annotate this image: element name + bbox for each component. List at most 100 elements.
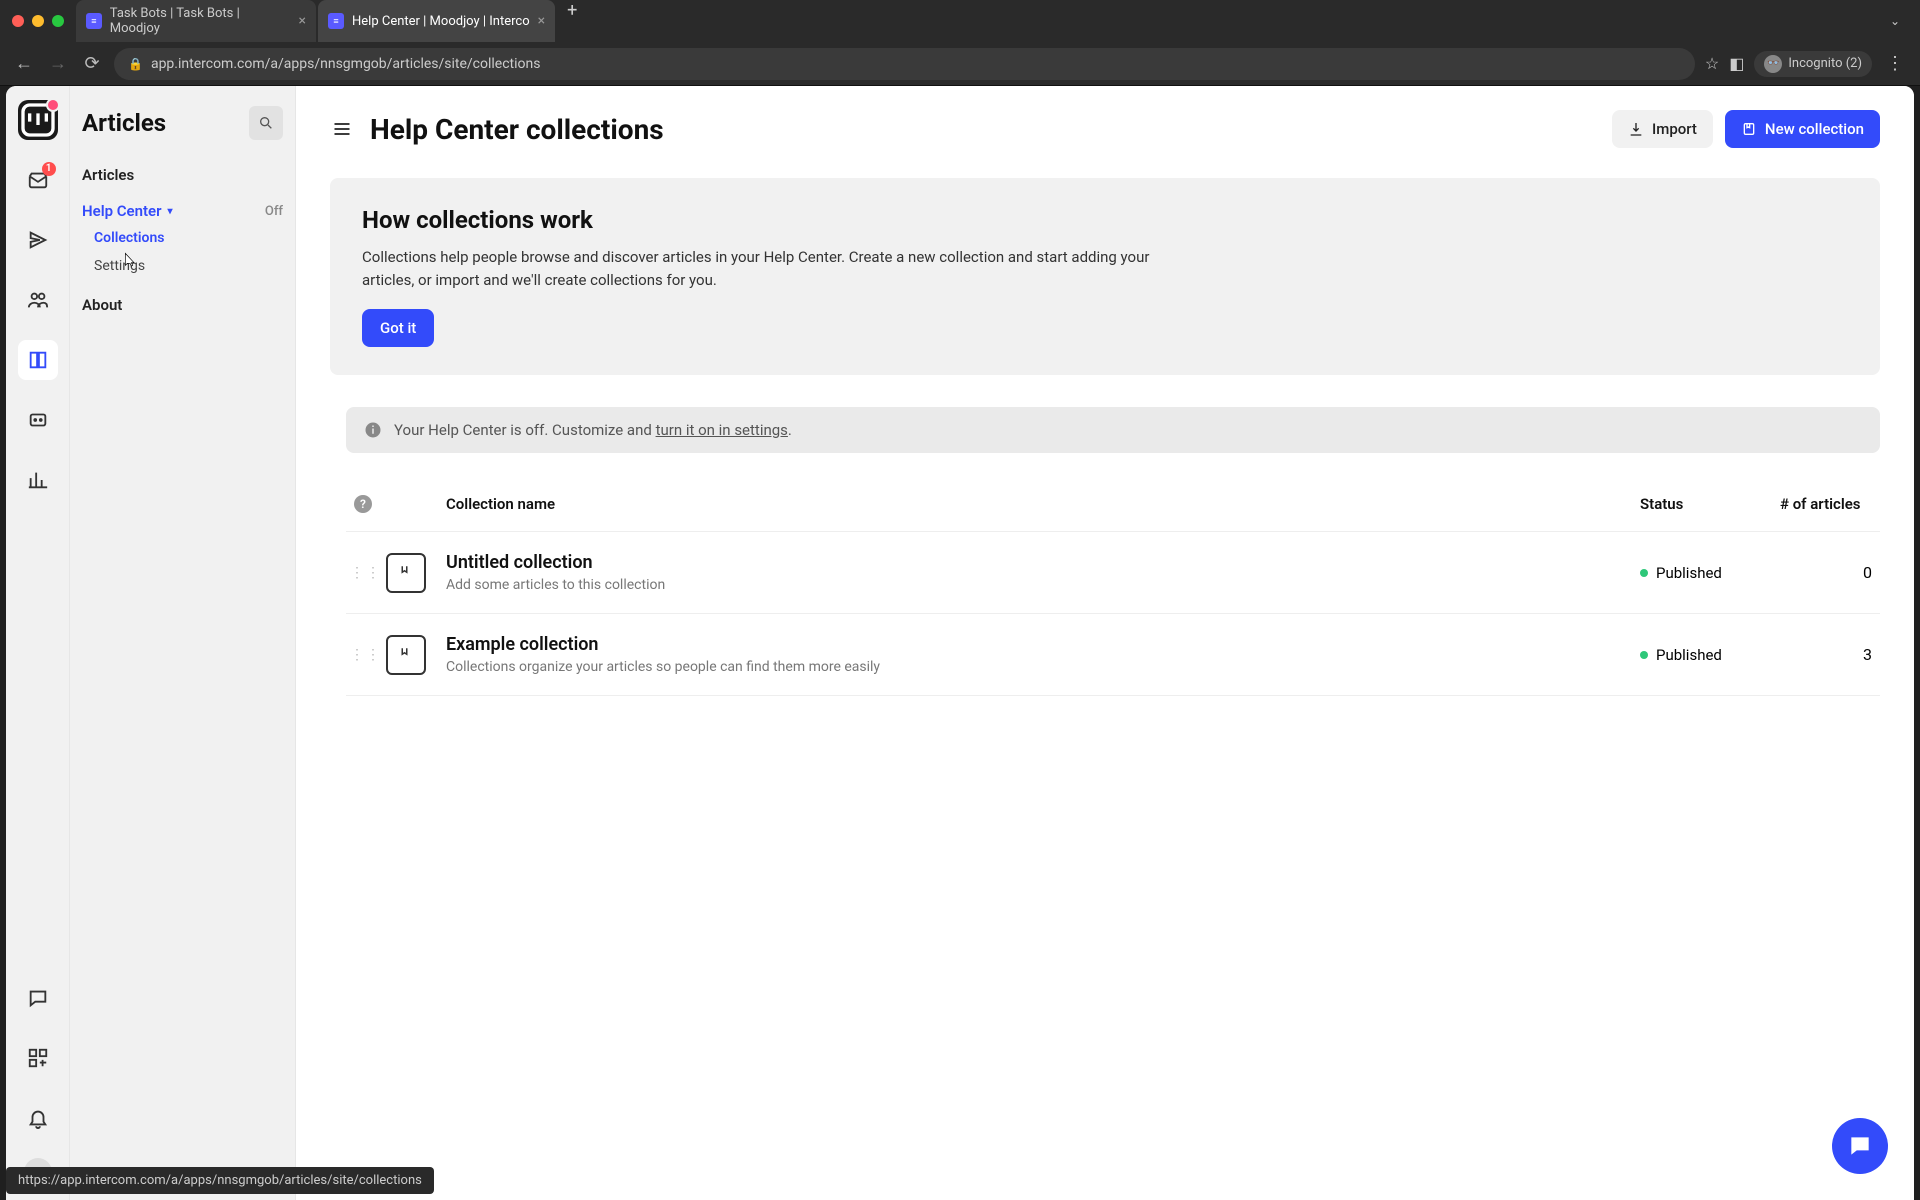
rail-apps[interactable] <box>18 1038 58 1078</box>
collection-title: Example collection <box>446 634 1640 655</box>
browser-tab[interactable]: ≡ Help Center | Moodjoy | Interco × <box>318 0 555 42</box>
th-status: Status <box>1640 495 1780 513</box>
url-input[interactable]: 🔒 app.intercom.com/a/apps/nnsgmgob/artic… <box>114 48 1695 80</box>
table-row[interactable]: ⋮⋮ Example collection Collections organi… <box>346 614 1880 696</box>
tab-favicon-icon: ≡ <box>328 13 344 29</box>
rail-outbound[interactable] <box>18 220 58 260</box>
close-window-button[interactable] <box>12 15 24 27</box>
inbox-badge: 1 <box>42 162 56 176</box>
import-button[interactable]: Import <box>1612 110 1713 148</box>
th-collection-name: Collection name <box>446 495 1640 513</box>
rail-messages[interactable] <box>18 978 58 1018</box>
bookmark-star-icon[interactable]: ☆ <box>1705 54 1719 73</box>
tab-favicon-icon: ≡ <box>86 13 102 29</box>
tab-close-icon[interactable]: × <box>299 13 306 29</box>
browser-address-bar: ← → ⟳ 🔒 app.intercom.com/a/apps/nnsgmgob… <box>0 42 1920 86</box>
url-text: app.intercom.com/a/apps/nnsgmgob/article… <box>151 56 541 72</box>
tab-list-dropdown-icon[interactable]: ⌄ <box>1882 14 1908 28</box>
intercom-chat-fab[interactable] <box>1832 1118 1888 1174</box>
sidebar: Articles Articles Help Center ▾ Off Coll… <box>70 86 296 1200</box>
notice-text: Your Help Center is off. Customize and t… <box>394 421 792 439</box>
status-label: Published <box>1656 646 1722 664</box>
sidebar-item-collections[interactable]: Collections <box>94 230 283 246</box>
notice-prefix: Your Help Center is off. Customize and <box>394 421 656 439</box>
back-button[interactable]: ← <box>12 52 36 76</box>
rail-articles[interactable] <box>18 340 58 380</box>
chevron-down-icon: ▾ <box>168 206 173 217</box>
help-center-off-notice: Your Help Center is off. Customize and t… <box>346 407 1880 453</box>
browser-tabs: ≡ Task Bots | Task Bots | Moodjoy × ≡ He… <box>76 0 1882 42</box>
chat-icon <box>1847 1133 1873 1159</box>
address-bar-actions: ☆ ◧ 👓 Incognito (2) ⋮ <box>1705 51 1908 77</box>
window-controls <box>12 15 64 27</box>
status-cell: Published <box>1640 646 1780 664</box>
extensions-icon[interactable]: ◧ <box>1729 54 1744 73</box>
new-collection-button[interactable]: New collection <box>1725 110 1880 148</box>
status-bar-link: https://app.intercom.com/a/apps/nnsgmgob… <box>6 1167 434 1194</box>
import-icon <box>1628 121 1644 137</box>
maximize-window-button[interactable] <box>52 15 64 27</box>
app-root: 1 A <box>6 86 1914 1200</box>
status-label: Published <box>1656 564 1722 582</box>
sidebar-group-label: Help Center <box>82 202 162 220</box>
rail-inbox[interactable]: 1 <box>18 160 58 200</box>
rail-contacts[interactable] <box>18 280 58 320</box>
reload-button[interactable]: ⟳ <box>80 52 104 76</box>
status-cell: Published <box>1640 564 1780 582</box>
status-dot-icon <box>1640 651 1648 659</box>
help-center-status-pill: Off <box>265 204 283 219</box>
th-count: # of articles <box>1780 495 1880 513</box>
info-icon <box>364 421 382 439</box>
sidebar-item-help-center[interactable]: Help Center ▾ Off <box>82 202 283 220</box>
hamburger-icon <box>332 119 352 139</box>
rail-notifications[interactable] <box>18 1098 58 1138</box>
rail-operator[interactable] <box>18 400 58 440</box>
sidebar-item-about[interactable]: About <box>82 296 283 314</box>
help-tooltip-icon[interactable]: ? <box>354 495 372 513</box>
import-label: Import <box>1652 120 1697 138</box>
app-logo[interactable] <box>18 100 58 140</box>
collection-title: Untitled collection <box>446 552 1640 573</box>
notice-suffix: . <box>788 421 792 439</box>
drag-handle-icon[interactable]: ⋮⋮ <box>346 647 386 663</box>
incognito-icon: 👓 <box>1764 55 1782 73</box>
tab-title: Task Bots | Task Bots | Moodjoy <box>110 6 291 36</box>
incognito-label: Incognito (2) <box>1788 56 1862 71</box>
new-collection-label: New collection <box>1765 120 1864 138</box>
collection-thumb-icon <box>386 553 426 593</box>
tab-title: Help Center | Moodjoy | Interco <box>352 14 530 29</box>
collection-icon <box>1741 121 1757 137</box>
page-title: Help Center collections <box>370 113 664 146</box>
lock-icon: 🔒 <box>128 57 143 71</box>
icon-rail: 1 <box>6 86 70 1200</box>
article-count: 3 <box>1780 645 1880 664</box>
sidebar-section-articles[interactable]: Articles <box>82 166 283 184</box>
table-row[interactable]: ⋮⋮ Untitled collection Add some articles… <box>346 532 1880 614</box>
new-tab-button[interactable]: + <box>557 0 587 42</box>
callout-title: How collections work <box>362 206 1848 234</box>
article-count: 0 <box>1780 563 1880 582</box>
tab-close-icon[interactable]: × <box>538 13 545 29</box>
page-header: Help Center collections Import New colle… <box>330 110 1880 148</box>
search-icon <box>258 115 274 131</box>
sidebar-title: Articles <box>82 109 166 137</box>
forward-button[interactable]: → <box>46 52 70 76</box>
browser-tab-bar: ≡ Task Bots | Task Bots | Moodjoy × ≡ He… <box>0 0 1920 42</box>
notice-settings-link[interactable]: turn it on in settings <box>656 421 788 439</box>
sidebar-item-settings[interactable]: Settings <box>94 258 283 274</box>
collection-subtitle: Collections organize your articles so pe… <box>446 659 1640 675</box>
minimize-window-button[interactable] <box>32 15 44 27</box>
drag-handle-icon[interactable]: ⋮⋮ <box>346 565 386 581</box>
got-it-button[interactable]: Got it <box>362 309 434 347</box>
rail-reports[interactable] <box>18 460 58 500</box>
callout-how-collections-work: How collections work Collections help pe… <box>330 178 1880 375</box>
sidebar-search-button[interactable] <box>249 106 283 140</box>
browser-tab[interactable]: ≡ Task Bots | Task Bots | Moodjoy × <box>76 0 316 42</box>
toggle-sidebar-button[interactable] <box>330 117 354 141</box>
collection-subtitle: Add some articles to this collection <box>446 577 1640 593</box>
main-content: Help Center collections Import New colle… <box>296 86 1914 1200</box>
status-dot-icon <box>1640 569 1648 577</box>
browser-menu-icon[interactable]: ⋮ <box>1882 53 1908 74</box>
collections-table: ? Collection name Status # of articles ⋮… <box>346 477 1880 696</box>
incognito-indicator[interactable]: 👓 Incognito (2) <box>1754 51 1872 77</box>
